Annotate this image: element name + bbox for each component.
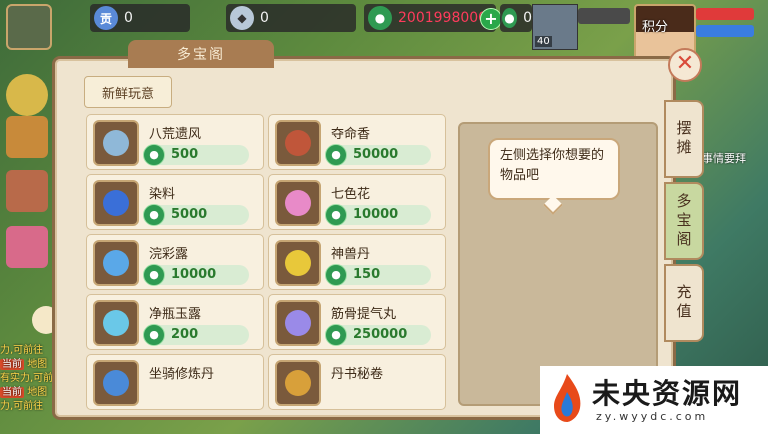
item-name: 净瓶玉露 [149,307,202,322]
add-jade-button[interactable]: + [480,8,502,30]
map-button[interactable] [6,4,52,50]
top-status-bar: 贡 0 ◆ 0 ● 2001998000 + ● 0 40 积分 [0,0,768,60]
bound-jade-icon: ● [502,8,518,28]
item-card[interactable]: 七色花 ● 10000 [268,174,446,230]
item-icon [93,180,139,226]
flame-logo-icon [554,374,581,422]
item-icon [275,300,321,346]
tab-recharge[interactable]: 充值 [664,264,704,342]
pet-status-bar [578,8,630,24]
pet-level: 40 [535,36,552,47]
mp-bar [696,25,754,37]
item-name: 夺命香 [331,127,371,142]
tab-stall[interactable]: 摆摊 [664,100,704,178]
item-detail-panel: 左侧选择你想要的物品吧 [458,122,658,406]
item-price: 150 [353,267,381,282]
item-card[interactable]: 坐骑修炼丹 [86,354,264,410]
jade-coin-icon: ● [143,204,165,226]
bound-jade-currency: ● 0 [500,4,532,32]
item-card[interactable]: 净瓶玉露 ● 200 [86,294,264,350]
jade-coin-icon: ● [143,144,165,166]
item-card[interactable]: 丹书秘卷 [268,354,446,410]
jade-coin-icon: ● [143,264,165,286]
jade-currency: ● 2001998000 + [364,4,502,32]
item-icon [93,360,139,406]
activity-button[interactable] [6,116,48,158]
item-card[interactable]: 八荒遗风 ● 500 [86,114,264,170]
item-icon [275,180,321,226]
prompt-bubble: 左侧选择你想要的物品吧 [488,138,620,200]
hp-bar [696,8,754,20]
jade-coin-icon: ● [325,324,347,346]
item-card[interactable]: 浣彩露 ● 10000 [86,234,264,290]
item-card[interactable]: 染料 ● 5000 [86,174,264,230]
jade-coin-icon: ● [325,144,347,166]
item-name: 七色花 [331,187,371,202]
modal-title: 多宝阁 [128,40,274,68]
tab-treasure-pavilion[interactable]: 多宝阁 [664,182,704,260]
contribution-value: 0 [124,10,133,26]
item-price: 50000 [353,147,399,162]
jade-coin-icon: ● [325,204,347,226]
jade-coin-icon: ● [325,264,347,286]
bound-jade-value: 0 [523,10,532,26]
jade-coin-icon: ● [143,324,165,346]
silver-ingot-icon: ◆ [230,6,254,30]
jade-coin-icon: ● [368,6,392,30]
item-icon [93,240,139,286]
jade-value: 2001998000 [398,10,488,26]
item-name: 染料 [149,187,176,202]
item-list[interactable]: 八荒遗风 ● 500 夺命香 ● 50000 染料 ● 5000 七色花 ● 1… [70,110,454,410]
item-card[interactable]: 神兽丹 ● 150 [268,234,446,290]
quest-hint: 事情要拜 [702,152,746,165]
contribution-currency: 贡 0 [90,4,190,32]
silver-value: 0 [260,10,269,26]
item-name: 神兽丹 [331,247,371,262]
item-icon [275,360,321,406]
item-price: 250000 [353,327,408,342]
item-name: 八荒遗风 [149,127,202,142]
site-watermark: 未央资源网 zy.wyydc.com [540,366,768,434]
item-icon [93,300,139,346]
pet-portrait[interactable]: 40 [532,4,578,50]
collapse-button[interactable] [6,74,48,116]
item-price: 500 [171,147,199,162]
item-icon [275,240,321,286]
silver-currency: ◆ 0 [226,4,356,32]
item-name: 筋骨提气丸 [331,307,397,322]
item-price: 5000 [171,207,208,222]
close-button[interactable]: ✕ [668,48,702,82]
contribution-icon: 贡 [94,6,118,30]
gift-button[interactable] [6,170,48,212]
avatar-label: 积分 [642,20,669,35]
item-icon [93,120,139,166]
item-name: 丹书秘卷 [331,367,384,382]
item-price: 10000 [171,267,217,282]
watermark-url: zy.wyydc.com [596,410,709,423]
item-price: 200 [171,327,199,342]
item-icon [275,120,321,166]
item-card[interactable]: 夺命香 ● 50000 [268,114,446,170]
category-tab-new-items[interactable]: 新鲜玩意 [84,76,172,108]
item-price: 10000 [353,207,399,222]
item-card[interactable]: 筋骨提气丸 ● 250000 [268,294,446,350]
item-name: 坐骑修炼丹 [149,367,215,382]
watermark-title: 未央资源网 [592,377,743,410]
item-name: 浣彩露 [149,247,189,262]
reward-button[interactable] [6,226,48,268]
